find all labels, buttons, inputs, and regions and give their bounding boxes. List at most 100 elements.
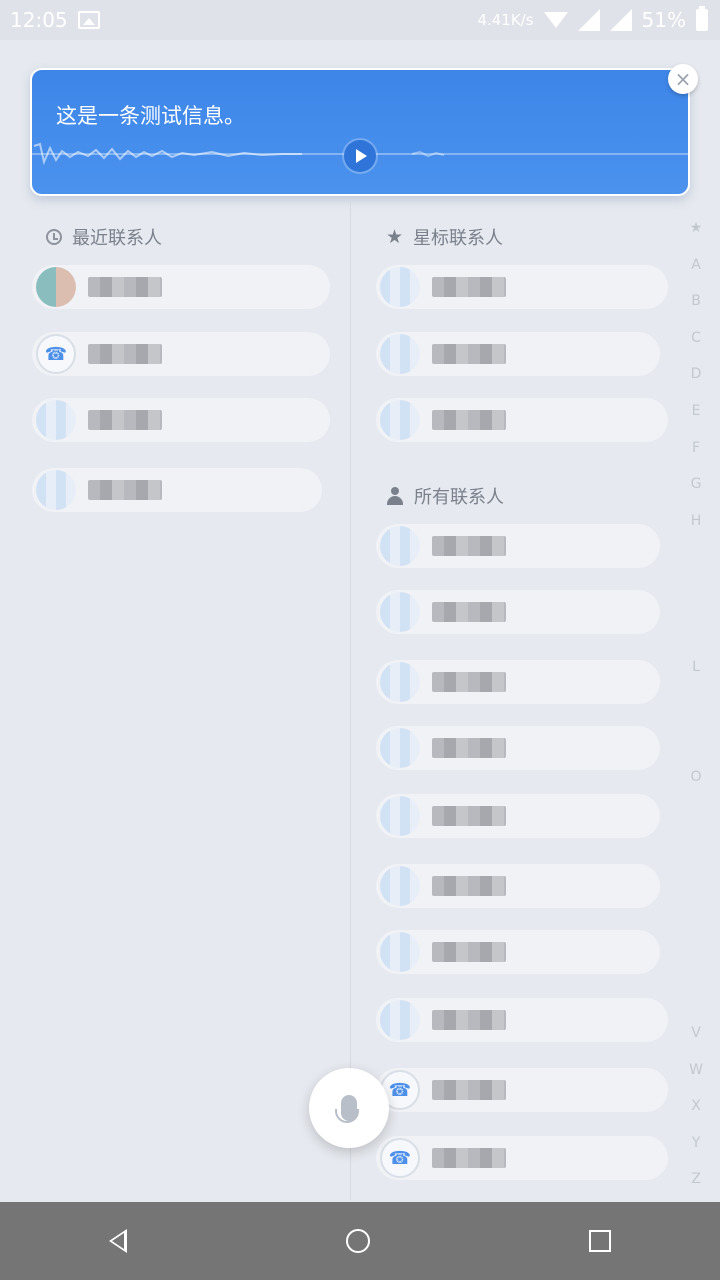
index-letter[interactable]: [684, 796, 708, 833]
index-letter[interactable]: F: [684, 430, 708, 467]
index-letter[interactable]: [684, 539, 708, 576]
all-contacts-label: 所有联系人: [414, 487, 504, 508]
avatar: [36, 470, 76, 510]
avatar: [380, 866, 420, 906]
contact-item[interactable]: [376, 524, 660, 568]
starred-contacts-header: ★ 星标联系人: [386, 224, 503, 250]
battery-percent: 51%: [641, 8, 686, 32]
recent-contact-item[interactable]: ☎: [32, 332, 330, 376]
battery-icon: [696, 6, 708, 31]
clock-icon: [46, 229, 62, 245]
close-button[interactable]: ×: [668, 64, 698, 94]
contact-name: [432, 738, 506, 758]
index-letter[interactable]: [684, 905, 708, 942]
navigation-bar: [0, 1202, 720, 1280]
phone-icon: ☎: [36, 334, 76, 374]
recent-contact-item[interactable]: [32, 398, 330, 442]
status-bar: 12:05 4.41K/s 51%: [0, 0, 720, 40]
contact-name: [432, 602, 506, 622]
avatar: [380, 662, 420, 702]
index-letter[interactable]: [684, 832, 708, 869]
starred-contact-item[interactable]: [376, 398, 668, 442]
index-letter[interactable]: [684, 869, 708, 906]
microphone-icon: [335, 1095, 359, 1123]
index-letter[interactable]: Y: [684, 1125, 708, 1162]
message-text: 这是一条测试信息。: [56, 104, 245, 128]
index-letter[interactable]: G: [684, 466, 708, 503]
recent-contact-item[interactable]: [32, 265, 330, 309]
index-letter[interactable]: [684, 686, 708, 723]
contact-item[interactable]: [376, 660, 660, 704]
image-icon: [77, 11, 100, 29]
star-icon: ★: [386, 226, 404, 248]
avatar: [380, 728, 420, 768]
contact-item[interactable]: [376, 794, 660, 838]
contact-name: [432, 806, 506, 826]
person-icon: [386, 487, 404, 505]
contact-name: [88, 277, 162, 297]
contact-name: [432, 344, 506, 364]
contact-name: [432, 277, 506, 297]
recent-contact-item[interactable]: [32, 468, 322, 512]
all-contacts-header: 所有联系人: [386, 483, 504, 509]
index-letter[interactable]: [684, 722, 708, 759]
contact-item[interactable]: [376, 590, 660, 634]
play-button[interactable]: [344, 140, 376, 172]
star-icon[interactable]: ★: [684, 210, 708, 247]
index-letter[interactable]: Z: [684, 1161, 708, 1198]
close-icon: ×: [674, 67, 692, 91]
index-letter[interactable]: A: [684, 247, 708, 284]
index-letter[interactable]: X: [684, 1088, 708, 1125]
index-letter[interactable]: H: [684, 503, 708, 540]
index-letter[interactable]: L: [684, 649, 708, 686]
voice-input-button[interactable]: [309, 1068, 389, 1148]
index-letter[interactable]: [684, 942, 708, 979]
contact-name: [432, 672, 506, 692]
contact-name: [432, 1148, 506, 1168]
avatar: [36, 400, 76, 440]
contact-name: [432, 410, 506, 430]
index-letter[interactable]: [684, 613, 708, 650]
avatar: [380, 400, 420, 440]
contact-name: [432, 1010, 506, 1030]
avatar: [380, 334, 420, 374]
recent-apps-icon[interactable]: [588, 1230, 611, 1252]
column-divider: [350, 200, 351, 1200]
index-letter[interactable]: C: [684, 320, 708, 357]
index-letter[interactable]: W: [684, 1052, 708, 1089]
index-letter[interactable]: V: [684, 1015, 708, 1052]
recent-contacts-header: 最近联系人: [46, 224, 162, 250]
index-letter[interactable]: B: [684, 283, 708, 320]
contact-item[interactable]: [376, 998, 668, 1042]
index-letter[interactable]: [684, 978, 708, 1015]
contact-item[interactable]: [376, 864, 660, 908]
recent-contacts-label: 最近联系人: [72, 228, 162, 249]
starred-contact-item[interactable]: [376, 332, 660, 376]
starred-contact-item[interactable]: [376, 265, 668, 309]
contact-name: [432, 942, 506, 962]
avatar: [380, 526, 420, 566]
contact-item[interactable]: [376, 726, 660, 770]
avatar: [380, 1000, 420, 1040]
index-letter[interactable]: [684, 576, 708, 613]
back-icon[interactable]: [109, 1229, 128, 1253]
avatar: [380, 267, 420, 307]
wifi-icon: [543, 12, 568, 28]
contact-item[interactable]: ☎: [376, 1068, 668, 1112]
play-icon: [356, 149, 367, 163]
avatar: [380, 932, 420, 972]
index-letter[interactable]: D: [684, 356, 708, 393]
index-letter[interactable]: O: [684, 759, 708, 796]
avatar: [380, 592, 420, 632]
contact-name: [432, 536, 506, 556]
alphabet-index[interactable]: ★ A B C D E F G H L O V W X Y Z: [684, 210, 708, 1198]
home-icon[interactable]: [345, 1229, 370, 1253]
contact-item[interactable]: [376, 930, 660, 974]
network-speed: 4.41K/s: [477, 11, 534, 29]
contact-name: [88, 480, 162, 500]
avatar: [380, 796, 420, 836]
contact-item[interactable]: ☎: [376, 1136, 668, 1180]
voice-message-card[interactable]: 这是一条测试信息。: [30, 68, 690, 196]
index-letter[interactable]: E: [684, 393, 708, 430]
contact-name: [88, 410, 162, 430]
